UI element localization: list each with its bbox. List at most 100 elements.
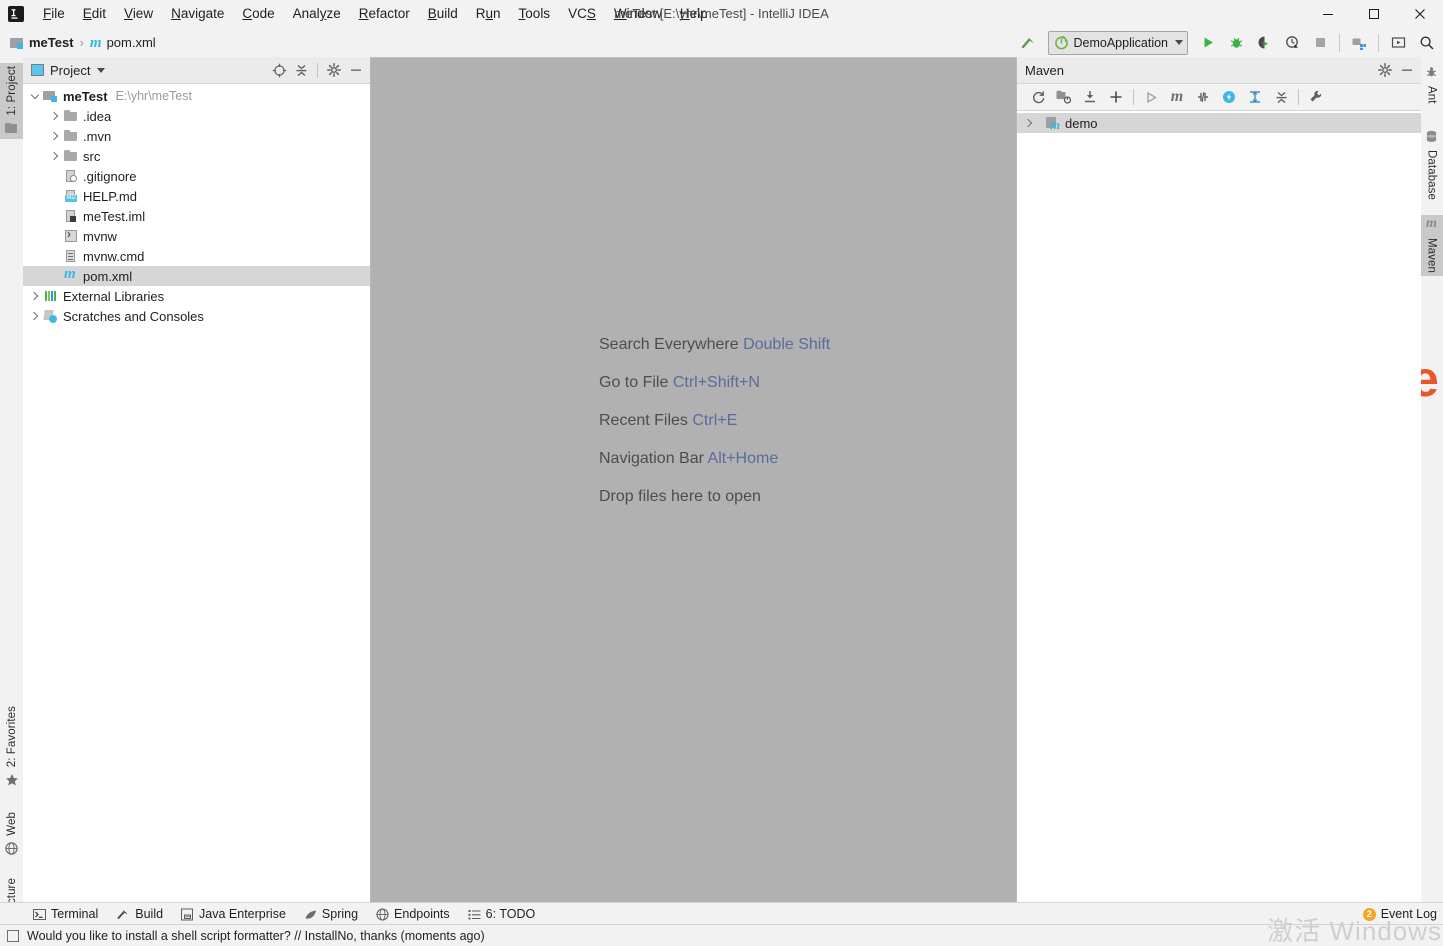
run-configuration-selector[interactable]: DemoApplication — [1047, 30, 1188, 55]
updates-button[interactable] — [1385, 31, 1411, 55]
toggle-offline-icon[interactable] — [1216, 86, 1242, 108]
bottom-tab-event-log[interactable]: 2 Event Log — [1362, 907, 1443, 921]
bottom-tab-terminal[interactable]: Terminal — [24, 903, 107, 925]
sidebar-item-database[interactable]: Database — [1420, 127, 1443, 203]
collapse-all-icon[interactable] — [291, 60, 311, 80]
menu-window[interactable]: Window — [605, 0, 671, 28]
bottom-tab-build[interactable]: Build — [107, 903, 172, 925]
show-dependencies-icon[interactable] — [1242, 86, 1268, 108]
status-action[interactable]: No, thanks (moments ago) — [337, 929, 484, 943]
status-message[interactable]: Would you like to install a shell script… — [27, 929, 337, 943]
project-icon — [31, 64, 44, 76]
tree-row[interactable]: .idea — [23, 106, 370, 126]
bottom-tab-todo[interactable]: 6: TODO — [459, 903, 545, 925]
maven-settings-icon[interactable] — [1303, 86, 1329, 108]
breadcrumb-item-module[interactable]: meTest — [10, 35, 74, 50]
bottom-tab-java-enterprise[interactable]: Java Enterprise — [172, 903, 295, 925]
search-everywhere-button[interactable] — [1413, 31, 1439, 55]
menu-help[interactable]: Help — [671, 0, 717, 28]
menu-run[interactable]: Run — [467, 0, 510, 28]
menu-view[interactable]: View — [115, 0, 162, 28]
project-structure-button[interactable] — [1346, 31, 1372, 55]
chevron-down-icon[interactable] — [97, 67, 106, 73]
download-sources-icon[interactable] — [1077, 86, 1103, 108]
tree-row[interactable]: meTest.iml — [23, 206, 370, 226]
tree-row[interactable]: HELP.md — [23, 186, 370, 206]
gear-icon[interactable] — [1375, 60, 1395, 80]
collapse-all-icon[interactable] — [1268, 86, 1294, 108]
hint-recent-files: Recent Files Ctrl+E — [599, 412, 830, 430]
run-with-coverage-button[interactable] — [1251, 31, 1277, 55]
sidebar-item-maven[interactable]: m Maven — [1420, 215, 1443, 277]
chevron-right-icon[interactable] — [27, 308, 43, 324]
breadcrumb-item-file[interactable]: m pom.xml — [90, 35, 156, 50]
menu-edit[interactable]: Edit — [74, 0, 115, 28]
editor-empty-area[interactable]: Search Everywhere Double Shift Go to Fil… — [371, 57, 1016, 908]
chevron-right-icon[interactable] — [27, 288, 43, 304]
stop-button[interactable] — [1307, 31, 1333, 55]
hint-search-everywhere: Search Everywhere Double Shift — [599, 336, 830, 354]
tree-row[interactable]: mvnw.cmd — [23, 246, 370, 266]
tree-row[interactable]: pom.xml — [23, 266, 370, 286]
hide-icon[interactable] — [1397, 60, 1417, 80]
execute-goal-icon[interactable]: m — [1164, 86, 1190, 108]
run-maven-build-icon[interactable] — [1138, 86, 1164, 108]
sidebar-item-favorites[interactable]: 2: Favorites — [0, 703, 23, 790]
chevron-right-icon[interactable] — [47, 128, 63, 144]
cmd-file-icon — [63, 248, 79, 264]
tree-row[interactable]: .mvn — [23, 126, 370, 146]
tree-row[interactable]: mvnw — [23, 226, 370, 246]
chevron-down-icon[interactable] — [27, 88, 43, 104]
chevron-right-icon[interactable] — [47, 108, 63, 124]
menu-analyze[interactable]: Analyze — [284, 0, 350, 28]
tree-row[interactable]: src — [23, 146, 370, 166]
add-maven-project-icon[interactable] — [1103, 86, 1129, 108]
bottom-tab-spring[interactable]: Spring — [295, 903, 367, 925]
terminal-icon — [33, 908, 46, 921]
maximize-button[interactable] — [1351, 0, 1397, 28]
menu-vcs[interactable]: VCS — [559, 0, 605, 28]
menu-tools[interactable]: Tools — [510, 0, 560, 28]
hint-go-to-file: Go to File Ctrl+Shift+N — [599, 374, 830, 392]
menu-refactor[interactable]: Refactor — [350, 0, 419, 28]
menu-file[interactable]: File — [34, 0, 74, 28]
project-panel-header: Project — [23, 57, 370, 84]
sidebar-item-project[interactable]: 1: Project — [0, 63, 23, 139]
menu-build[interactable]: Build — [419, 0, 467, 28]
reimport-icon[interactable] — [1025, 86, 1051, 108]
close-button[interactable] — [1397, 0, 1443, 28]
tree-row[interactable]: Scratches and Consoles — [23, 306, 370, 326]
gear-icon[interactable] — [324, 60, 344, 80]
build-project-button[interactable] — [1016, 31, 1042, 55]
profiler-button[interactable] — [1279, 31, 1305, 55]
tree-row[interactable]: meTest E:\yhr\meTest — [23, 86, 370, 106]
tree-row[interactable]: .gitignore — [23, 166, 370, 186]
bottom-tab-label: Endpoints — [394, 907, 450, 921]
sidebar-item-web[interactable]: Web — [0, 809, 23, 859]
menu-navigate[interactable]: Navigate — [162, 0, 233, 28]
menu-code[interactable]: Code — [233, 0, 283, 28]
minimize-button[interactable] — [1305, 0, 1351, 28]
maven-file-icon: m — [89, 34, 102, 51]
bottom-tab-label: Terminal — [51, 907, 99, 921]
generate-sources-icon[interactable] — [1051, 86, 1077, 108]
hint-label: Drop files here to open — [599, 488, 761, 505]
tree-item-label: .gitignore — [83, 168, 137, 184]
hide-icon[interactable] — [346, 60, 366, 80]
chevron-right-icon[interactable] — [1021, 115, 1037, 131]
hint-shortcut: Double Shift — [743, 336, 831, 353]
run-button[interactable] — [1195, 31, 1221, 55]
sidebar-item-ant[interactable]: Ant — [1420, 63, 1443, 107]
debug-button[interactable] — [1223, 31, 1249, 55]
shell-script-icon — [63, 227, 79, 244]
bottom-tab-endpoints[interactable]: Endpoints — [367, 903, 459, 925]
tree-row[interactable]: demo — [1017, 113, 1421, 133]
maven-toolbar-separator — [1133, 89, 1134, 105]
select-opened-file-icon[interactable] — [269, 60, 289, 80]
notification-icon[interactable] — [7, 929, 19, 942]
maven-module-icon — [1045, 115, 1061, 133]
tree-row[interactable]: External Libraries — [23, 286, 370, 306]
chevron-right-icon[interactable] — [47, 148, 63, 164]
toggle-skip-tests-icon[interactable] — [1190, 86, 1216, 108]
hint-shortcut: Ctrl+Shift+N — [672, 374, 760, 391]
